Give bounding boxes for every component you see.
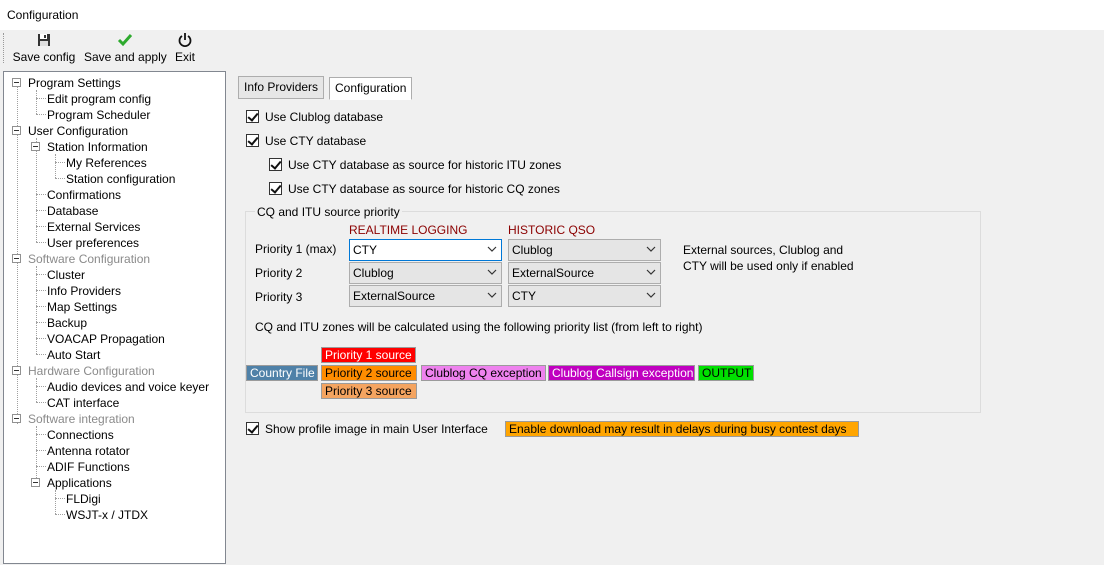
cty-itu-checkbox[interactable]	[269, 158, 282, 171]
use-cty-label: Use CTY database	[265, 134, 367, 148]
settings-tree[interactable]: Program Settings Edit program config Pro…	[3, 71, 226, 564]
checkmark-icon	[84, 32, 166, 50]
use-cty-checkbox[interactable]	[246, 134, 259, 147]
historic-priority-1-select[interactable]: Clublog	[508, 239, 661, 261]
tree-item-voacap-propagation[interactable]: VOACAP Propagation	[47, 331, 165, 347]
collapse-user-configuration-icon[interactable]	[12, 126, 21, 135]
priority-3-label: Priority 3	[255, 290, 303, 304]
realtime-priority-2-select[interactable]: Clublog	[349, 262, 502, 284]
tree-item-user-configuration[interactable]: User Configuration	[28, 123, 128, 139]
cty-cq-label: Use CTY database as source for historic …	[288, 182, 560, 196]
historic-priority-3-value: CTY	[512, 289, 536, 303]
tree-item-wsjtx-jtdx[interactable]: WSJT-x / JTDX	[66, 507, 148, 523]
collapse-program-settings-icon[interactable]	[12, 78, 21, 87]
clublog-cq-exception-box: Clublog CQ exception	[421, 365, 546, 381]
tree-item-auto-start[interactable]: Auto Start	[47, 347, 100, 363]
collapse-station-information-icon[interactable]	[31, 142, 40, 151]
use-clublog-checkbox[interactable]	[246, 110, 259, 123]
tree-item-user-preferences[interactable]: User preferences	[47, 235, 139, 251]
priority-list-caption: CQ and ITU zones will be calculated usin…	[255, 320, 703, 334]
chevron-down-icon	[487, 246, 497, 252]
output-box: OUTPUT	[698, 365, 754, 381]
realtime-priority-2-value: Clublog	[353, 266, 394, 280]
tree-item-applications[interactable]: Applications	[47, 475, 112, 491]
priority-2-source-box: Priority 2 source	[321, 365, 417, 381]
show-profile-image-checkbox[interactable]	[246, 422, 259, 435]
save-and-apply-label: Save and apply	[84, 50, 167, 64]
country-file-box: Country File	[246, 365, 318, 381]
historic-qso-header: HISTORIC QSO	[508, 223, 596, 237]
exit-button[interactable]: Exit	[172, 32, 198, 66]
tree-item-cat-interface[interactable]: CAT interface	[47, 395, 119, 411]
realtime-logging-header: REALTIME LOGGING	[349, 223, 468, 237]
tree-item-external-services[interactable]: External Services	[47, 219, 140, 235]
chevron-down-icon	[646, 292, 656, 298]
chevron-down-icon	[646, 269, 656, 275]
cty-cq-checkbox[interactable]	[269, 182, 282, 195]
tree-item-software-configuration[interactable]: Software Configuration	[28, 251, 150, 267]
priority-2-label: Priority 2	[255, 266, 303, 280]
tree-item-station-information[interactable]: Station Information	[47, 139, 148, 155]
tree-item-my-references[interactable]: My References	[66, 155, 147, 171]
tree-item-info-providers[interactable]: Info Providers	[47, 283, 121, 299]
realtime-priority-3-value: ExternalSource	[353, 289, 436, 303]
power-icon	[172, 32, 198, 50]
realtime-priority-1-value: CTY	[353, 243, 377, 257]
tree-item-edit-program-config[interactable]: Edit program config	[47, 91, 151, 107]
tree-item-confirmations[interactable]: Confirmations	[47, 187, 121, 203]
priority-1-source-box: Priority 1 source	[321, 347, 416, 363]
tree-item-backup[interactable]: Backup	[47, 315, 87, 331]
show-profile-image-label: Show profile image in main User Interfac…	[265, 422, 488, 436]
use-clublog-label: Use Clublog database	[265, 110, 384, 124]
save-and-apply-button[interactable]: Save and apply	[84, 32, 167, 66]
tree-item-connections[interactable]: Connections	[47, 427, 114, 443]
clublog-callsign-exception-box: Clublog Callsign exception	[548, 365, 695, 381]
realtime-priority-3-select[interactable]: ExternalSource	[349, 285, 502, 307]
historic-priority-2-value: ExternalSource	[512, 266, 595, 280]
save-config-button[interactable]: Save config	[12, 32, 76, 66]
historic-priority-3-select[interactable]: CTY	[508, 285, 661, 307]
source-priority-title: CQ and ITU source priority	[255, 205, 402, 219]
tree-item-cluster[interactable]: Cluster	[47, 267, 85, 283]
realtime-priority-1-select[interactable]: CTY	[349, 239, 502, 261]
tree-item-antenna-rotator[interactable]: Antenna rotator	[47, 443, 130, 459]
window-title: Configuration	[7, 8, 79, 22]
priority-1-label: Priority 1 (max)	[255, 242, 337, 256]
download-delay-warning: Enable download may result in delays dur…	[505, 421, 859, 437]
collapse-software-integration-icon[interactable]	[12, 414, 21, 423]
tree-item-fldigi[interactable]: FLDigi	[66, 491, 101, 507]
title-bar: Configuration	[0, 0, 1104, 30]
tree-item-software-integration[interactable]: Software integration	[28, 411, 135, 427]
tab-configuration[interactable]: Configuration	[329, 77, 413, 100]
chevron-down-icon	[487, 269, 497, 275]
external-sources-note: External sources, Clublog and CTY will b…	[683, 243, 854, 273]
cty-itu-label: Use CTY database as source for historic …	[288, 158, 562, 172]
tree-item-program-scheduler[interactable]: Program Scheduler	[47, 107, 150, 123]
chevron-down-icon	[487, 292, 497, 298]
save-config-label: Save config	[12, 50, 76, 64]
tree-item-database[interactable]: Database	[47, 203, 98, 219]
tree-item-audio-devices[interactable]: Audio devices and voice keyer	[47, 379, 209, 395]
toolbar-grip	[3, 33, 6, 63]
collapse-applications-icon[interactable]	[31, 478, 40, 487]
tree-item-program-settings[interactable]: Program Settings	[28, 75, 121, 91]
tab-info-providers[interactable]: Info Providers	[238, 76, 325, 99]
collapse-hardware-configuration-icon[interactable]	[12, 366, 21, 375]
tree-item-map-settings[interactable]: Map Settings	[47, 299, 117, 315]
historic-priority-2-select[interactable]: ExternalSource	[508, 262, 661, 284]
collapse-software-configuration-icon[interactable]	[12, 254, 21, 263]
chevron-down-icon	[646, 246, 656, 252]
toolbar: Save config Save and apply Exit	[0, 30, 1104, 68]
exit-label: Exit	[174, 50, 195, 64]
priority-3-source-box: Priority 3 source	[321, 383, 417, 399]
floppy-disk-icon	[12, 32, 76, 50]
tree-item-adif-functions[interactable]: ADIF Functions	[47, 459, 130, 475]
tree-item-hardware-configuration[interactable]: Hardware Configuration	[28, 363, 155, 379]
tree-item-station-configuration[interactable]: Station configuration	[66, 171, 175, 187]
historic-priority-1-value: Clublog	[512, 243, 553, 257]
